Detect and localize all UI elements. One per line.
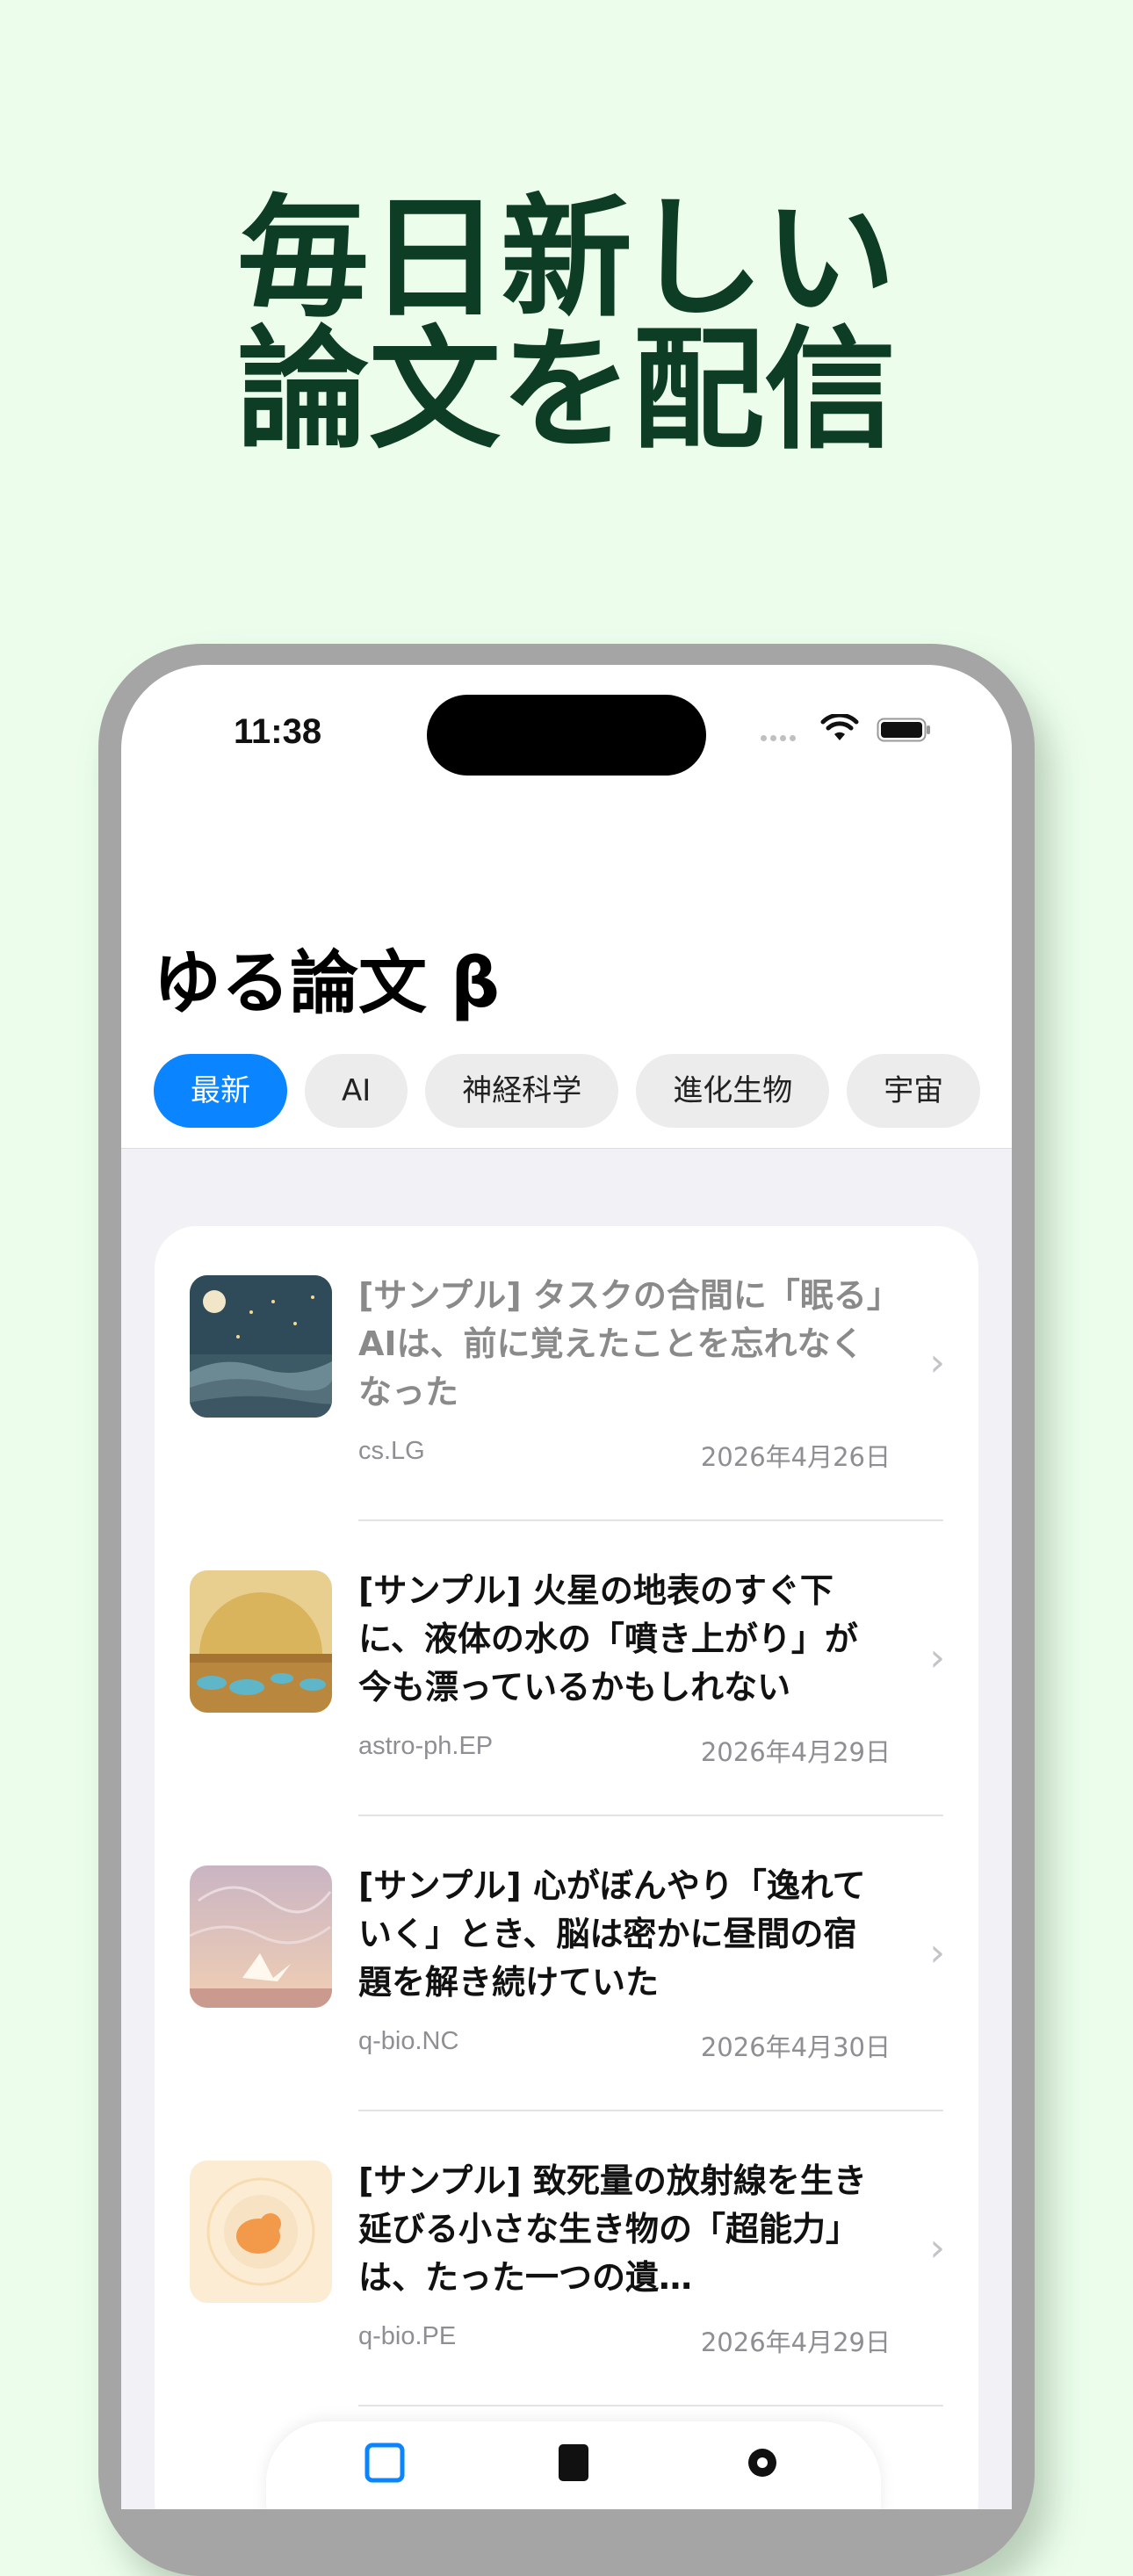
home-tab-icon[interactable] <box>363 2441 407 2485</box>
article-row[interactable]: [サンプル] 致死量の放射線を生き延びる小さな生き物の「超能力」は、たった一つの… <box>155 2111 978 2406</box>
divider <box>358 2405 943 2406</box>
article-date: 2026年4月26日 <box>700 1442 891 1472</box>
article-category: cs.LG <box>358 1437 425 1465</box>
category-filter-bar: 最新 AI 神経科学 進化生物 宇宙 <box>154 1054 998 1128</box>
cellular-signal-icon <box>761 728 799 745</box>
tab-bar <box>266 2421 881 2509</box>
article-category: q-bio.NC <box>358 2027 459 2055</box>
status-time: 11:38 <box>234 712 322 751</box>
status-bar: 11:38 <box>121 665 1012 788</box>
article-row[interactable]: [サンプル] 心がぼんやり「逸れていく」とき、脳は密かに昼間の宿題を解き続けてい… <box>155 1816 978 2111</box>
tardigrade-bubble-image <box>190 2161 332 2303</box>
article-thumbnail <box>190 1275 332 1418</box>
article-category: q-bio.PE <box>358 2322 457 2350</box>
mars-surface-pools-image <box>190 1570 332 1713</box>
article-thumbnail <box>190 2161 332 2303</box>
promo-line-2: 論文を配信 <box>236 314 896 467</box>
article-date: 2026年4月29日 <box>700 1737 891 1767</box>
article-thumbnail <box>190 1865 332 2008</box>
battery-icon <box>877 718 930 742</box>
settings-tab-icon[interactable] <box>740 2441 784 2485</box>
chevron-right-icon: › <box>929 1930 945 1975</box>
filter-chip-evolutionary-biology[interactable]: 進化生物 <box>636 1054 830 1128</box>
filter-chip-latest[interactable]: 最新 <box>154 1054 287 1128</box>
article-row[interactable]: [サンプル] 火星の地表のすぐ下に、液体の水の「噴き上がり」が今も漂っているかも… <box>155 1521 978 1816</box>
article-title: [サンプル] 火星の地表のすぐ下に、液体の水の「噴き上がり」が今も漂っているかも… <box>358 1571 858 1707</box>
article-list: [サンプル] タスクの合間に「眠る」AIは、前に覚えたことを忘れなくなった cs… <box>155 1226 978 2509</box>
promo-line-1: 毎日新しい <box>236 183 896 336</box>
promo-headline: 毎日新しい 論文を配信 <box>0 193 1133 457</box>
night-sky-hills-image <box>190 1275 332 1418</box>
filter-chip-ai[interactable]: AI <box>305 1054 408 1128</box>
article-thumbnail <box>190 1570 332 1713</box>
article-title: [サンプル] タスクの合間に「眠る」AIは、前に覚えたことを忘れなくなった <box>358 1276 884 1411</box>
article-date: 2026年4月30日 <box>700 2032 891 2062</box>
article-date: 2026年4月29日 <box>700 2327 891 2357</box>
chevron-right-icon: › <box>929 2226 945 2270</box>
article-row[interactable]: [サンプル] タスクの合間に「眠る」AIは、前に覚えたことを忘れなくなった cs… <box>155 1226 978 1521</box>
article-category: astro-ph.EP <box>358 1732 494 1760</box>
filter-chip-neuroscience[interactable]: 神経科学 <box>425 1054 619 1128</box>
app-title: ゆる論文 β <box>153 944 500 1023</box>
chevron-right-icon: › <box>929 1340 945 1385</box>
article-title: [サンプル] 心がぼんやり「逸れていく」とき、脳は密かに昼間の宿題を解き続けてい… <box>358 1866 866 2002</box>
paper-crane-clouds-image <box>190 1865 332 2008</box>
bookmark-tab-icon[interactable] <box>552 2441 595 2485</box>
phone-screen: 11:38 ゆる論文 β 最新 AI 神経科学 進化生物 宇宙 [サンプル] タ… <box>121 665 1012 2509</box>
dynamic-island <box>427 695 706 776</box>
chevron-right-icon: › <box>929 1635 945 1680</box>
filter-chip-space[interactable]: 宇宙 <box>847 1054 981 1128</box>
article-list-area: [サンプル] タスクの合間に「眠る」AIは、前に覚えたことを忘れなくなった cs… <box>121 1148 1012 2509</box>
wifi-icon <box>820 714 859 740</box>
article-title: [サンプル] 致死量の放射線を生き延びる小さな生き物の「超能力」は、たった一つの… <box>358 2161 867 2297</box>
